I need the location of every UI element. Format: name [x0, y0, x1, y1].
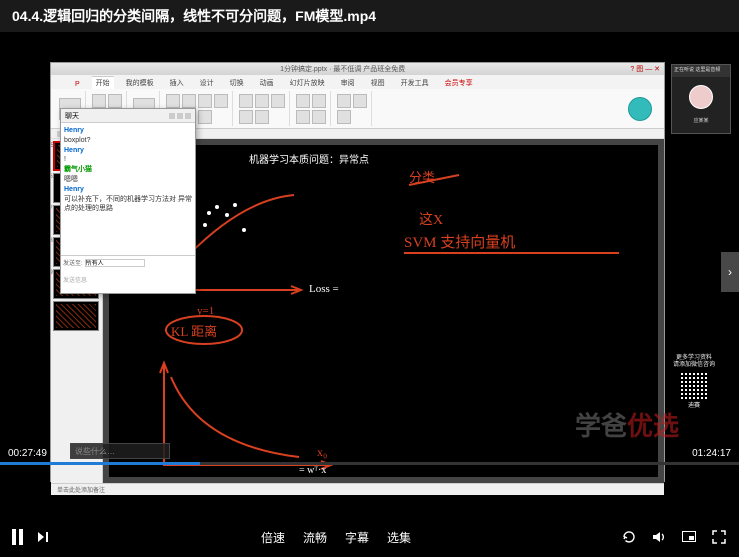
pp-tab-anim[interactable]: 动画 [256, 77, 278, 89]
hand-zhex: 这X [419, 209, 443, 229]
pause-button[interactable] [12, 529, 23, 545]
font-btn-2[interactable] [182, 94, 196, 108]
danmu-input[interactable]: 说些什么… [70, 443, 170, 459]
chat-user: Henry [64, 126, 192, 136]
chat-header[interactable]: 聊天 [61, 109, 195, 123]
pp-tab-vip[interactable]: 会员专享 [441, 77, 477, 89]
progress-bar[interactable] [0, 462, 739, 465]
qr-code-icon [679, 371, 709, 401]
font-btn-3[interactable] [198, 94, 212, 108]
para-btn-4[interactable] [239, 110, 253, 124]
subtitle-button[interactable]: 字幕 [345, 529, 369, 546]
para-btn-3[interactable] [271, 94, 285, 108]
font-btn-7[interactable] [198, 110, 212, 124]
video-title-bar: 04.4.逻辑回归的分类间隔，线性不可分问题，FM模型.mp4 [0, 0, 739, 32]
replace-button[interactable] [353, 94, 367, 108]
fullscreen-button[interactable] [711, 529, 727, 545]
find-button[interactable] [337, 94, 351, 108]
chat-panel: 聊天 Henry boxplot? Henry ! 霸气小猫 嗯嗯 Henry … [60, 108, 196, 294]
chat-input-area: 发送至: 发送信息 [61, 255, 195, 293]
pp-tab-template[interactable]: 我的模板 [122, 77, 158, 89]
para-btn-1[interactable] [239, 94, 253, 108]
pp-doc-title: 1分钟搞定.pptx · 最不低调 产品班全免费 [55, 64, 630, 74]
pp-titlebar: 1分钟搞定.pptx · 最不低调 产品班全免费 ? 图 — ✕ [51, 63, 664, 75]
pp-tab-home[interactable]: 开始 [92, 76, 114, 89]
copy-button[interactable] [108, 94, 122, 108]
qr-line2: 请添加微信咨询 [667, 362, 721, 369]
webcam-avatar [689, 85, 713, 109]
pp-logo: P [71, 80, 84, 89]
webcam-status: 正在听说 这里是音频 [672, 65, 730, 77]
hand-fenlei: 分类 [409, 167, 435, 186]
pp-status-bar: 单击此处添加备注 [51, 483, 664, 495]
hand-y1: y=1 [197, 305, 214, 317]
total-time: 01:24:17 [692, 448, 731, 459]
chat-min-icon[interactable] [169, 113, 175, 119]
next-track-button[interactable] [35, 529, 51, 545]
select-button[interactable] [337, 110, 351, 124]
speed-button[interactable]: 倍速 [261, 529, 285, 546]
chat-user: 霸气小猫 [64, 165, 192, 175]
send-to-select[interactable] [85, 259, 145, 267]
slide-thumbnail[interactable]: 5 [53, 301, 99, 331]
hand-loss: Loss = [309, 283, 339, 295]
pip-button[interactable] [681, 529, 697, 545]
chat-msg: 嗯嗯 [64, 175, 192, 185]
hand-svm: SVM 支持向量机 [404, 231, 515, 252]
pp-tab-insert[interactable]: 插入 [166, 77, 188, 89]
hand-x0: x₀ [317, 445, 327, 460]
shape-btn-2[interactable] [312, 94, 326, 108]
chat-pop-icon[interactable] [177, 113, 183, 119]
chat-user: Henry [64, 185, 192, 195]
shape-btn-4[interactable] [312, 110, 326, 124]
pp-tab-show[interactable]: 幻灯片放映 [286, 77, 329, 89]
chat-title: 聊天 [65, 111, 79, 121]
shape-btn-3[interactable] [296, 110, 310, 124]
webcam-name: 应某某 [672, 117, 730, 124]
video-screen-area: 1分钟搞定.pptx · 最不低调 产品班全免费 ? 图 — ✕ P 开始 我的… [0, 32, 739, 507]
cut-button[interactable] [92, 94, 106, 108]
pp-tab-design[interactable]: 设计 [196, 77, 218, 89]
chat-msg: ! [64, 155, 192, 165]
ai-assist-icon[interactable] [628, 97, 652, 121]
chat-msg: boxplot? [64, 136, 192, 146]
quality-button[interactable]: 流畅 [303, 529, 327, 546]
font-btn-4[interactable] [214, 94, 228, 108]
chat-msg: 可以补充下，不同的机器学习方法对 异常点的处理的思路 [64, 195, 192, 215]
watermark: 学爸优选 [575, 406, 679, 443]
shape-btn-1[interactable] [296, 94, 310, 108]
font-btn-1[interactable] [166, 94, 180, 108]
volume-button[interactable] [651, 529, 667, 545]
pp-tab-view[interactable]: 视图 [367, 77, 389, 89]
next-arrow-button[interactable]: › [721, 252, 739, 292]
player-controls: 倍速 流畅 字幕 选集 [0, 517, 739, 557]
pp-tab-transition[interactable]: 切换 [226, 77, 248, 89]
pp-ribbon-tabs: P 开始 我的模板 插入 设计 切换 动画 幻灯片放映 审阅 视图 开发工具 会… [51, 75, 664, 89]
send-to-label: 发送至: [63, 261, 83, 267]
para-btn-2[interactable] [255, 94, 269, 108]
progress-fill [0, 462, 200, 465]
para-btn-5[interactable] [255, 110, 269, 124]
close-icon[interactable] [185, 113, 191, 119]
episodes-button[interactable]: 选集 [387, 529, 411, 546]
loop-button[interactable] [621, 529, 637, 545]
chat-messages[interactable]: Henry boxplot? Henry ! 霸气小猫 嗯嗯 Henry 可以补… [61, 123, 195, 255]
chevron-right-icon: › [728, 265, 732, 279]
pp-tab-review[interactable]: 审阅 [337, 77, 359, 89]
current-time: 00:27:49 [8, 448, 47, 459]
pp-window-controls[interactable]: ? 图 — ✕ [630, 64, 660, 74]
pp-tab-dev[interactable]: 开发工具 [397, 77, 433, 89]
chat-user: Henry [64, 146, 192, 156]
hand-wx: = wᵀ·x [299, 465, 326, 476]
hand-kl: KL 距离 [171, 321, 217, 340]
webcam-panel[interactable]: 正在听说 这里是音频 应某某 [671, 64, 731, 134]
chat-placeholder[interactable]: 发送信息 [63, 275, 193, 284]
